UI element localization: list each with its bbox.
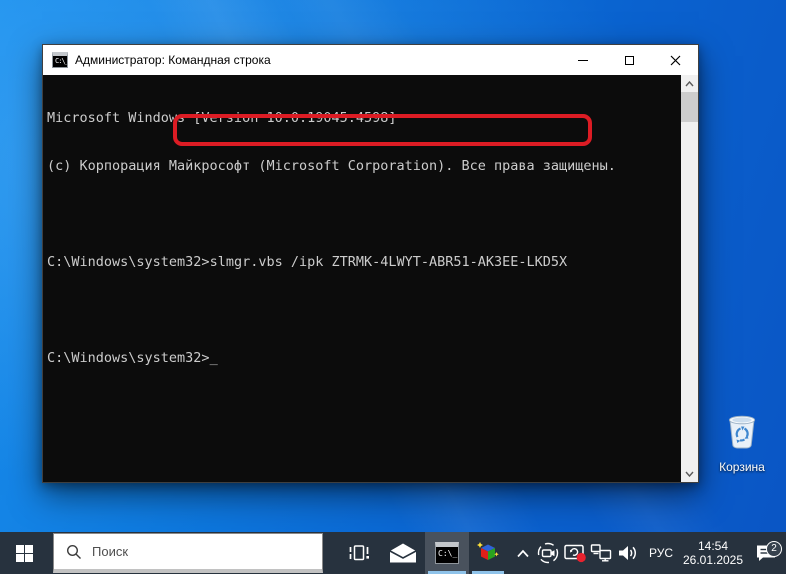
desktop: Корзина C:\_ Администратор: Командная ст… bbox=[0, 0, 786, 574]
scrollbar-thumb[interactable] bbox=[681, 92, 698, 122]
console-line-copyright: (c) Корпорация Майкрософт (Microsoft Cor… bbox=[47, 158, 678, 174]
action-center-button[interactable]: 2 bbox=[746, 544, 786, 563]
console-scrollbar[interactable] bbox=[681, 75, 698, 482]
windows-logo-icon bbox=[16, 545, 33, 562]
search-input[interactable] bbox=[92, 544, 322, 559]
clock-date: 26.01.2025 bbox=[683, 553, 743, 567]
tray-network-icon-button[interactable] bbox=[588, 532, 614, 574]
recycle-bin-icon bbox=[722, 440, 762, 457]
command-prompt-window: C:\_ Администратор: Командная строка Mic… bbox=[42, 44, 699, 483]
show-hidden-icons-button[interactable] bbox=[511, 532, 535, 574]
language-indicator[interactable]: РУС bbox=[642, 546, 680, 560]
maximize-icon bbox=[625, 56, 634, 65]
recycle-bin[interactable]: Корзина bbox=[711, 407, 773, 474]
chevron-up-icon bbox=[516, 549, 530, 558]
tray-volume-icon-button[interactable] bbox=[614, 532, 642, 574]
cube-app-button[interactable] bbox=[469, 532, 507, 574]
scroll-up-arrow[interactable] bbox=[681, 75, 698, 92]
task-view-icon bbox=[348, 543, 370, 563]
system-tray: РУС 14:54 26.01.2025 2 bbox=[511, 532, 786, 574]
notification-badge: 2 bbox=[766, 541, 782, 557]
console-prompt: C:\Windows\system32> bbox=[47, 254, 210, 270]
scroll-down-arrow[interactable] bbox=[681, 465, 698, 482]
mail-button[interactable] bbox=[381, 532, 425, 574]
minimize-icon bbox=[578, 60, 588, 61]
cmd-taskbar-icon: C:\_ bbox=[435, 542, 459, 564]
tray-camera-icon-button[interactable] bbox=[535, 532, 561, 574]
start-button[interactable] bbox=[0, 532, 48, 574]
console-command-text: slmgr.vbs /ipk ZTRMK-4LWYT-ABR51-AK3EE-L… bbox=[210, 254, 568, 270]
console-line-version: Microsoft Windows [Version 10.0.19045.45… bbox=[47, 110, 678, 126]
window-titlebar[interactable]: C:\_ Администратор: Командная строка bbox=[43, 45, 698, 75]
console-line-prompt: C:\Windows\system32>_ bbox=[47, 350, 678, 366]
maximize-button[interactable] bbox=[606, 45, 652, 75]
taskbar-search[interactable] bbox=[53, 533, 323, 573]
camera-icon bbox=[537, 542, 559, 564]
volume-icon bbox=[617, 543, 639, 563]
close-button[interactable] bbox=[652, 45, 698, 75]
network-icon bbox=[589, 543, 613, 563]
console-prompt: C:\Windows\system32> bbox=[47, 350, 210, 366]
tray-cast-icon-button[interactable] bbox=[561, 532, 588, 574]
clock-time: 14:54 bbox=[698, 539, 728, 553]
cast-screen-icon bbox=[563, 543, 587, 563]
close-icon bbox=[670, 55, 681, 66]
cmd-taskbar-button[interactable]: C:\_ bbox=[425, 532, 469, 574]
minimize-button[interactable] bbox=[560, 45, 606, 75]
taskbar: C:\_ bbox=[0, 532, 786, 574]
search-icon bbox=[66, 544, 82, 560]
cube-app-icon bbox=[476, 541, 500, 565]
console-cursor: _ bbox=[210, 350, 218, 366]
console-output[interactable]: Microsoft Windows [Version 10.0.19045.45… bbox=[43, 75, 698, 482]
console-line-command: C:\Windows\system32>slmgr.vbs /ipk ZTRMK… bbox=[47, 254, 678, 270]
cmd-window-icon: C:\_ bbox=[52, 52, 68, 68]
taskbar-clock[interactable]: 14:54 26.01.2025 bbox=[680, 539, 746, 567]
task-view-button[interactable] bbox=[337, 532, 381, 574]
recycle-bin-label: Корзина bbox=[711, 460, 773, 474]
window-title: Администратор: Командная строка bbox=[75, 53, 271, 67]
mail-icon bbox=[389, 543, 417, 563]
